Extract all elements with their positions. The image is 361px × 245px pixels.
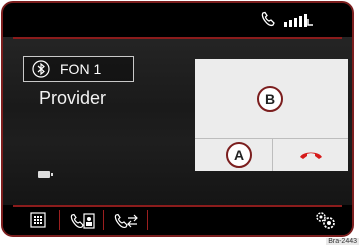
device-indicator: FON 1 [23,56,134,82]
battery-icon [38,171,53,178]
call-list-icon[interactable] [113,212,139,235]
hang-up-button[interactable] [273,139,348,171]
call-panel[interactable]: B A [195,59,348,171]
bottom-separator [59,210,60,230]
callout-b: B [257,86,283,112]
settings-gear-icon[interactable] [314,210,336,235]
phone-screen: FON 1 Provider B A [3,3,352,235]
phone-icon [260,11,276,32]
device-name: FON 1 [60,61,102,77]
hang-up-icon [299,148,323,166]
bottom-divider [13,205,342,207]
status-divider [13,37,342,39]
keypad-icon[interactable] [30,212,46,233]
bottom-bar [3,205,352,235]
phonebook-icon[interactable] [69,212,95,235]
status-bar [3,3,352,39]
bottom-separator [147,210,148,230]
bluetooth-icon [32,60,50,78]
accept-call-button[interactable]: A [195,139,272,171]
callout-a: A [226,142,252,168]
signal-strength-icon [284,13,314,32]
bottom-separator [103,210,104,230]
provider-label: Provider [39,88,107,108]
reference-code: Bra-2443 [326,238,359,245]
display-frame: FON 1 Provider B A [1,1,354,237]
